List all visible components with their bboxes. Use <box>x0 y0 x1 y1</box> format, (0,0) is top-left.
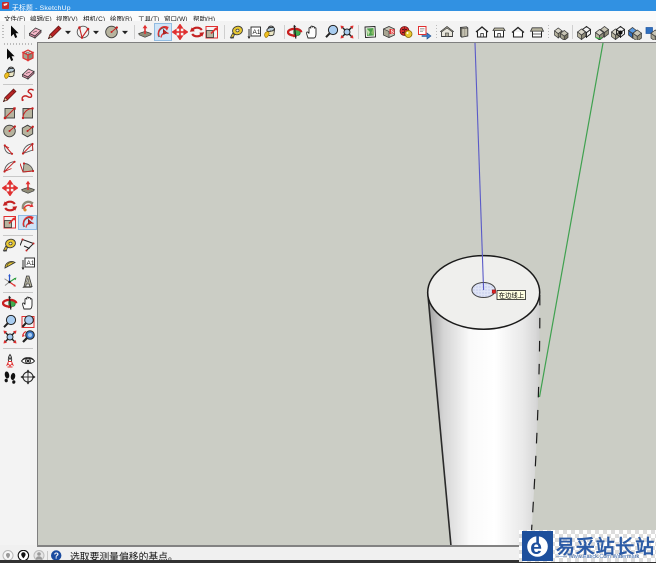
svg-text:A1: A1 <box>252 29 260 36</box>
svg-text:A1: A1 <box>26 260 34 267</box>
svg-text:在边线上: 在边线上 <box>499 290 524 299</box>
svg-text:e: e <box>530 536 542 559</box>
